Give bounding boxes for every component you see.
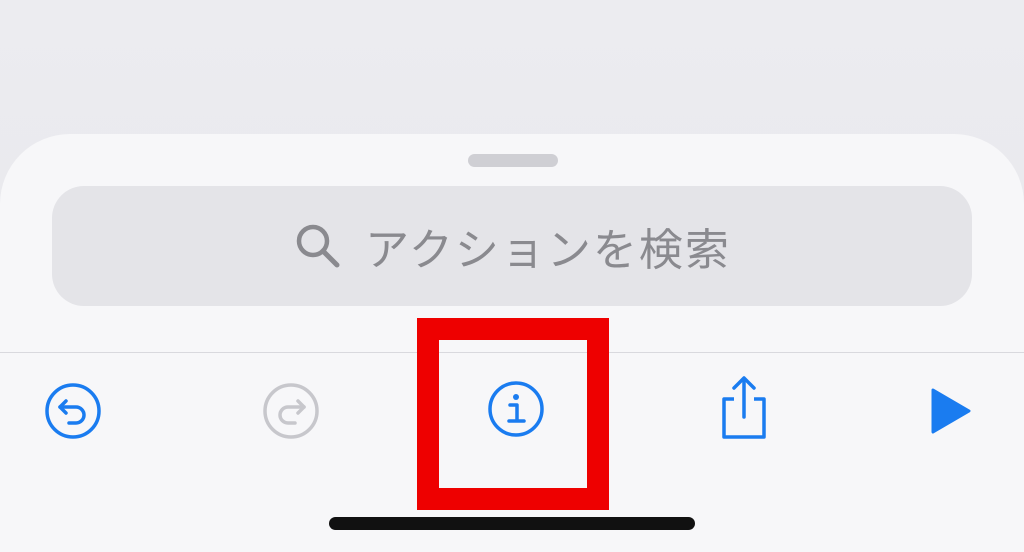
info-highlight-box [417, 318, 609, 510]
search-icon [293, 221, 343, 271]
redo-button[interactable] [260, 380, 322, 442]
play-icon [927, 387, 973, 435]
sheet-grabber-handle[interactable] [468, 154, 558, 167]
undo-icon [44, 382, 102, 440]
share-icon [716, 373, 772, 441]
share-button[interactable] [714, 372, 774, 442]
search-field[interactable]: アクションを検索 [52, 186, 972, 306]
run-button[interactable] [925, 386, 975, 436]
search-placeholder: アクションを検索 [365, 225, 731, 276]
redo-icon [262, 382, 320, 440]
undo-button[interactable] [42, 380, 104, 442]
home-indicator[interactable] [329, 517, 695, 530]
